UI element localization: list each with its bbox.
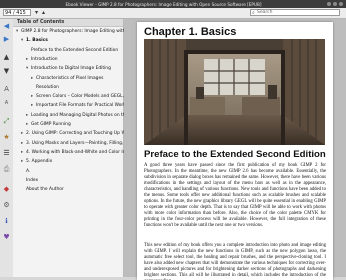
search-placeholder: Search <box>257 10 273 15</box>
minimize-button[interactable] <box>327 2 331 6</box>
toc-item[interactable]: ▾ GIMP 2.8 for Photographers: Image Editi… <box>16 29 131 35</box>
tool-strip: ◀ ▶ ▲ ▼ A A ⤢ ★ ☰ ⎙ ◆ ⚙ ℹ ♥ <box>0 19 14 277</box>
toc-item-label: 2. Using GIMP: Correcting and Touching U… <box>26 131 134 137</box>
fullscreen-icon[interactable]: ⤢ <box>2 117 11 126</box>
window-title-bar: Ebook Viewer - GIMP 2.8 for Photographer… <box>0 0 346 8</box>
toc-header: Table of Contents <box>13 19 123 27</box>
toc-item-label: Introduction <box>31 56 58 62</box>
toc-item-label: Preface to the Extended Second Edition <box>31 47 119 53</box>
info-icon[interactable]: ℹ <box>2 217 11 226</box>
toc-item[interactable]: ▸ Introduction <box>26 57 58 63</box>
toc-item[interactable]: About the Author <box>21 187 64 193</box>
toc-item-label: Resolution <box>36 84 59 90</box>
toc-item[interactable]: ▸ 5. Appendix <box>21 159 52 165</box>
toc-item[interactable]: ▸ 4. Working with Black-and-White and Col… <box>21 150 134 156</box>
spin-up-icon[interactable]: ▴ <box>40 9 47 16</box>
page-number-field[interactable]: 94 / 415 <box>3 9 31 16</box>
toc-item-label: 3. Using Masks and Layers—Painting, Fill… <box>26 140 135 146</box>
body-paragraph: This new edition of my book offers you a… <box>144 243 326 280</box>
toc-item-label: Loading and Managing Digital Photos on t… <box>31 112 134 118</box>
body-paragraph: A good three years have passed since the… <box>144 163 326 229</box>
maximize-button[interactable] <box>333 2 337 6</box>
toc-item[interactable]: ▸ Important File Formats for Practical Wo… <box>31 103 126 109</box>
toc-item[interactable]: ▸ Get GIMP Running <box>26 122 71 128</box>
toc-item-label: Introduction to Digital Image Editing <box>31 66 111 72</box>
font-size-smaller-icon[interactable]: A <box>2 99 11 108</box>
search-icon: ⌕ <box>252 10 255 16</box>
toc-item-label: Get GIMP Running <box>31 122 71 127</box>
reference-mode-icon[interactable]: ◆ <box>2 185 11 194</box>
toc-item-label: GIMP 2.8 for Photographers: Image Editin… <box>21 29 132 34</box>
toc-item[interactable]: ▸ Loading and Managing Digital Photos on … <box>26 113 134 119</box>
bookmark-icon[interactable]: ★ <box>2 133 11 142</box>
toc-item-label: Screen Colors – Color Models and GEGL, t… <box>36 94 135 100</box>
window-controls <box>327 2 343 6</box>
document-view[interactable]: Chapter 1. Basics Preface to the Extende… <box>124 19 346 280</box>
toc-item-label: 5. Appendix <box>26 159 53 165</box>
toc-item-label: About the Author <box>26 187 64 193</box>
chapter-title: Chapter 1. Basics <box>144 26 237 38</box>
next-page-icon[interactable]: ▼ <box>2 67 11 76</box>
toc-item-label: Index <box>26 177 39 183</box>
forward-icon[interactable]: ▶ <box>2 35 11 44</box>
window-title: Ebook Viewer - GIMP 2.8 for Photographer… <box>65 1 262 7</box>
toc-item[interactable]: Index <box>21 178 38 184</box>
toc-item[interactable]: ▸ Screen Colors – Color Models and GEGL, … <box>31 94 134 100</box>
close-button[interactable] <box>339 2 343 6</box>
table-of-contents-icon[interactable]: ☰ <box>2 149 11 158</box>
toc-item[interactable]: Resolution <box>31 85 59 91</box>
workshop-doorway-photo <box>144 39 325 145</box>
toolbar: 94 / 415 ▾ ▴ ⌕ Search <box>0 8 346 19</box>
spin-down-icon[interactable]: ▾ <box>33 9 40 16</box>
toc-item-label: 1. Basics <box>26 38 48 44</box>
toc-item-label: Characteristics of Pixel Images <box>36 75 104 81</box>
font-size-larger-icon[interactable]: A <box>2 85 11 94</box>
toc-item[interactable]: ▸ 2. Using GIMP: Correcting and Touching … <box>21 131 133 137</box>
toc-item-label: 4. Working with Black-and-White and Colo… <box>26 149 134 155</box>
toc-item[interactable]: A. <box>21 169 30 175</box>
previous-page-icon[interactable]: ▲ <box>2 53 11 62</box>
toc-item[interactable]: Preface to the Extended Second Edition <box>26 48 118 54</box>
chapter-photo <box>144 39 325 145</box>
toc-item[interactable]: ▾ 1. Basics <box>21 38 48 44</box>
toc-item-label: Important File Formats for Practical Wor… <box>36 103 126 109</box>
toc-item[interactable]: ▸ Characteristics of Pixel Images <box>31 76 103 82</box>
table-of-contents-panel: Table of Contents ▾ GIMP 2.8 for Photogra… <box>13 19 134 277</box>
search-input[interactable]: ⌕ Search <box>250 9 340 16</box>
toc-item[interactable]: ▾ Introduction to Digital Image Editing <box>26 66 111 72</box>
theme-icon[interactable]: ♥ <box>2 233 11 242</box>
book-page: Chapter 1. Basics Preface to the Extende… <box>137 22 333 280</box>
print-icon[interactable]: ⎙ <box>2 165 11 174</box>
toc-item-label: A. <box>26 168 31 174</box>
back-icon[interactable]: ◀ <box>2 22 11 31</box>
preferences-icon[interactable]: ⚙ <box>2 201 11 210</box>
toc-item[interactable]: ▸ 3. Using Masks and Layers—Painting, Fil… <box>21 141 134 147</box>
section-title: Preface to the Extended Second Edition <box>144 149 326 160</box>
